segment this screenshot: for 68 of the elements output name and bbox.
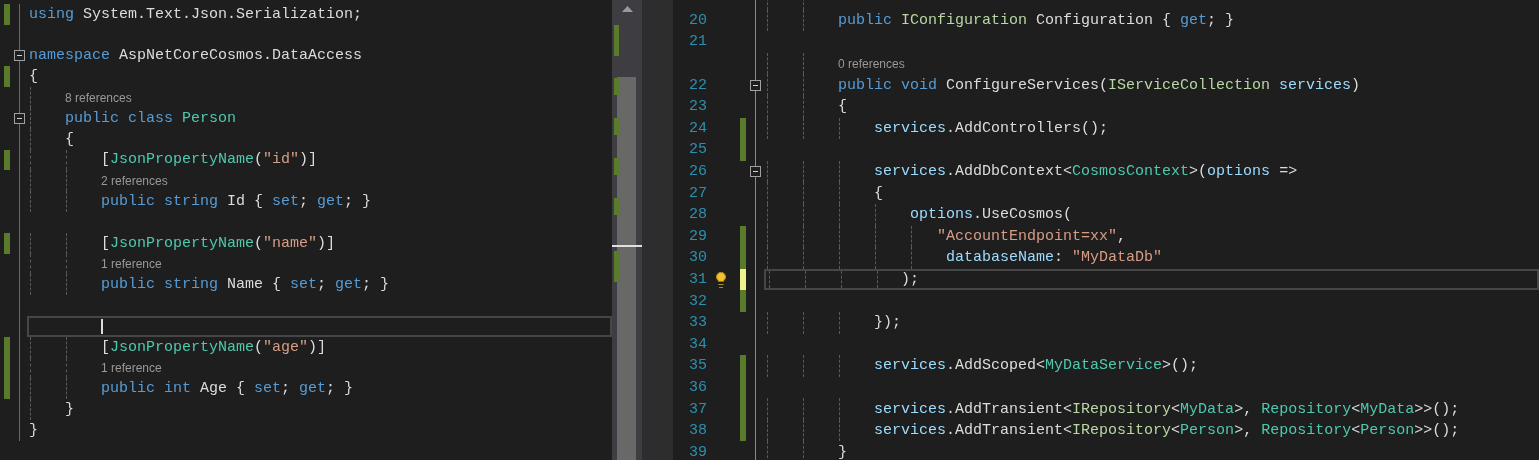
line-number: 39 (689, 444, 707, 460)
collapse-button[interactable] (750, 166, 761, 178)
code-line: [JsonPropertyName("age")] (100, 339, 327, 355)
line-number: 35 (689, 358, 707, 374)
code-line: }); (873, 315, 902, 331)
line-number: 23 (689, 99, 707, 115)
code-line: options.UseCosmos( (909, 207, 1073, 223)
scrollbar-thumb[interactable] (617, 77, 636, 460)
code-line: { (873, 185, 884, 201)
collapse-button[interactable] (750, 79, 761, 91)
code-line: public class Person (64, 110, 237, 126)
collapse-button[interactable] (14, 50, 25, 62)
code-line: } (64, 402, 74, 418)
code-line: services.AddDbContext<CosmosContext>(options => (873, 164, 1298, 180)
line-number: 37 (689, 401, 707, 417)
code-line: } (837, 444, 847, 460)
code-line: { (64, 131, 74, 147)
line-number: 29 (689, 228, 707, 244)
line-number: 25 (689, 142, 707, 158)
codelens-link[interactable]: 8 references (65, 91, 132, 104)
change-mark (614, 118, 619, 135)
vertical-scrollbar[interactable] (612, 0, 642, 460)
code-line: public void ConfigureServices(IServiceCollection services) (837, 77, 1361, 93)
line-number: 27 (689, 185, 707, 201)
code-line: public IConfiguration Configuration { get; } (837, 12, 1235, 28)
code-line: [JsonPropertyName("name")] (100, 235, 336, 251)
line-number: 36 (689, 380, 707, 395)
change-mark (614, 251, 619, 282)
code-line: public string Id { set; get; } (100, 194, 372, 210)
text-cursor (101, 318, 103, 334)
line-number: 20 (689, 12, 707, 28)
line-number: 38 (689, 423, 707, 439)
code-line: public int Age { set; get; } (100, 381, 354, 397)
scroll-up-arrow-icon[interactable] (622, 6, 633, 12)
code-line: { (29, 69, 38, 85)
line-number: 33 (689, 315, 707, 331)
codelens-link[interactable]: 2 references (101, 174, 168, 187)
change-mark (614, 158, 619, 175)
code-line: "AccountEndpoint=xx", (936, 228, 1127, 244)
line-number: 26 (689, 164, 707, 180)
line-number: 22 (689, 77, 707, 93)
line-number: 28 (689, 207, 707, 223)
code-line: ); (900, 272, 920, 287)
line-number: 30 (689, 250, 707, 266)
code-line: { (837, 99, 847, 115)
line-number: 32 (689, 293, 707, 309)
code-line: services.AddTransient<IRepository<Person>, Repository<Person>>(); (873, 423, 1460, 439)
code-line: services.AddScoped<MyDataService>(); (873, 358, 1199, 374)
code-line: } (29, 422, 38, 438)
code-line: namespace AspNetCoreCosmos.DataAccess (29, 48, 363, 64)
code-line: [JsonPropertyName("id")] (100, 152, 318, 168)
change-mark (614, 25, 619, 56)
code-line: databaseName: "MyDataDb" (945, 250, 1163, 266)
code-line: services.AddTransient<IRepository<MyData>, Repository<MyData>>(); (873, 401, 1460, 417)
code-line: services.AddControllers(); (873, 120, 1109, 136)
line-number: 31 (689, 272, 707, 287)
collapse-button[interactable] (14, 112, 25, 124)
codelens-link[interactable]: 0 references (838, 57, 905, 70)
change-mark (614, 198, 619, 215)
line-number: 34 (689, 336, 707, 352)
change-mark (614, 78, 619, 95)
codelens-link[interactable]: 1 reference (101, 257, 162, 270)
line-number: 24 (689, 120, 707, 136)
line-number: 21 (689, 34, 707, 50)
code-line: public string Name { set; get; } (100, 277, 390, 293)
code-line: using System.Text.Json.Serialization; (29, 6, 363, 22)
caret-position-mark (612, 245, 642, 247)
codelens-link[interactable]: 1 reference (101, 361, 162, 374)
